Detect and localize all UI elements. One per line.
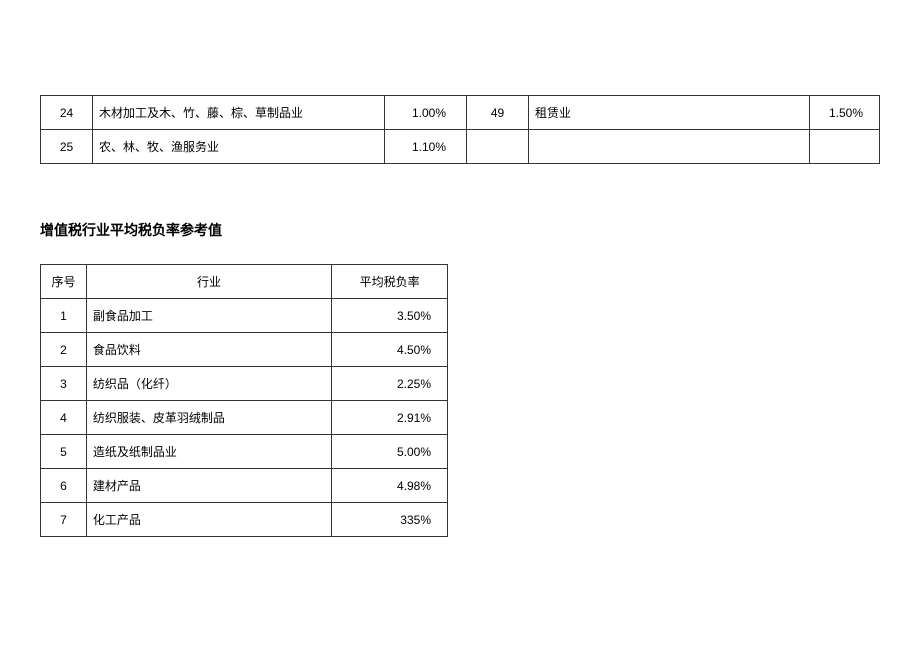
- cell-right-no: 49: [467, 96, 529, 130]
- cell-industry: 副食品加工: [86, 299, 331, 333]
- cell-rate: 5.00%: [332, 435, 448, 469]
- cell-no: 6: [41, 469, 87, 503]
- cell-industry: 化工产品: [86, 503, 331, 537]
- section-title: 增值税行业平均税负率参考值: [40, 220, 880, 240]
- cell-left-no: 25: [41, 130, 93, 164]
- cell-rate: 2.25%: [332, 367, 448, 401]
- cell-left-name: 农、林、牧、渔服务业: [93, 130, 385, 164]
- cell-no: 5: [41, 435, 87, 469]
- cell-right-no: [467, 130, 529, 164]
- cell-industry: 造纸及纸制品业: [86, 435, 331, 469]
- cell-no: 3: [41, 367, 87, 401]
- table-row: 2食品饮料4.50%: [41, 333, 448, 367]
- cell-industry: 建材产品: [86, 469, 331, 503]
- col-header-industry: 行业: [86, 265, 331, 299]
- cell-rate: 2.91%: [332, 401, 448, 435]
- cell-right-name: 租赁业: [529, 96, 810, 130]
- table-row: 24木材加工及木、竹、藤、棕、草制品业1.00%49租赁业1.50%: [41, 96, 880, 130]
- cell-rate: 4.50%: [332, 333, 448, 367]
- table-row: 6建材产品4.98%: [41, 469, 448, 503]
- cell-no: 1: [41, 299, 87, 333]
- cell-rate: 3.50%: [332, 299, 448, 333]
- cell-no: 2: [41, 333, 87, 367]
- cell-industry: 纺织品（化纤）: [86, 367, 331, 401]
- cell-rate: 4.98%: [332, 469, 448, 503]
- cell-rate: 335%: [332, 503, 448, 537]
- table-row: 1副食品加工3.50%: [41, 299, 448, 333]
- table-row: 25农、林、牧、渔服务业1.10%: [41, 130, 880, 164]
- cell-right-name: [529, 130, 810, 164]
- cell-left-name: 木材加工及木、竹、藤、棕、草制品业: [93, 96, 385, 130]
- table-row: 3纺织品（化纤）2.25%: [41, 367, 448, 401]
- cell-left-val: 1.00%: [385, 96, 467, 130]
- col-header-no: 序号: [41, 265, 87, 299]
- col-header-rate: 平均税负率: [332, 265, 448, 299]
- cell-right-val: [810, 130, 880, 164]
- table-row: 7化工产品335%: [41, 503, 448, 537]
- table-row: 4纺织服装、皮革羽绒制品2.91%: [41, 401, 448, 435]
- cell-right-val: 1.50%: [810, 96, 880, 130]
- cell-no: 4: [41, 401, 87, 435]
- top-industry-table: 24木材加工及木、竹、藤、棕、草制品业1.00%49租赁业1.50%25农、林、…: [40, 95, 880, 164]
- table-row: 5造纸及纸制品业5.00%: [41, 435, 448, 469]
- cell-left-val: 1.10%: [385, 130, 467, 164]
- vat-industry-table: 序号 行业 平均税负率 1副食品加工3.50%2食品饮料4.50%3纺织品（化纤…: [40, 264, 448, 537]
- cell-left-no: 24: [41, 96, 93, 130]
- cell-industry: 纺织服装、皮革羽绒制品: [86, 401, 331, 435]
- cell-no: 7: [41, 503, 87, 537]
- cell-industry: 食品饮料: [86, 333, 331, 367]
